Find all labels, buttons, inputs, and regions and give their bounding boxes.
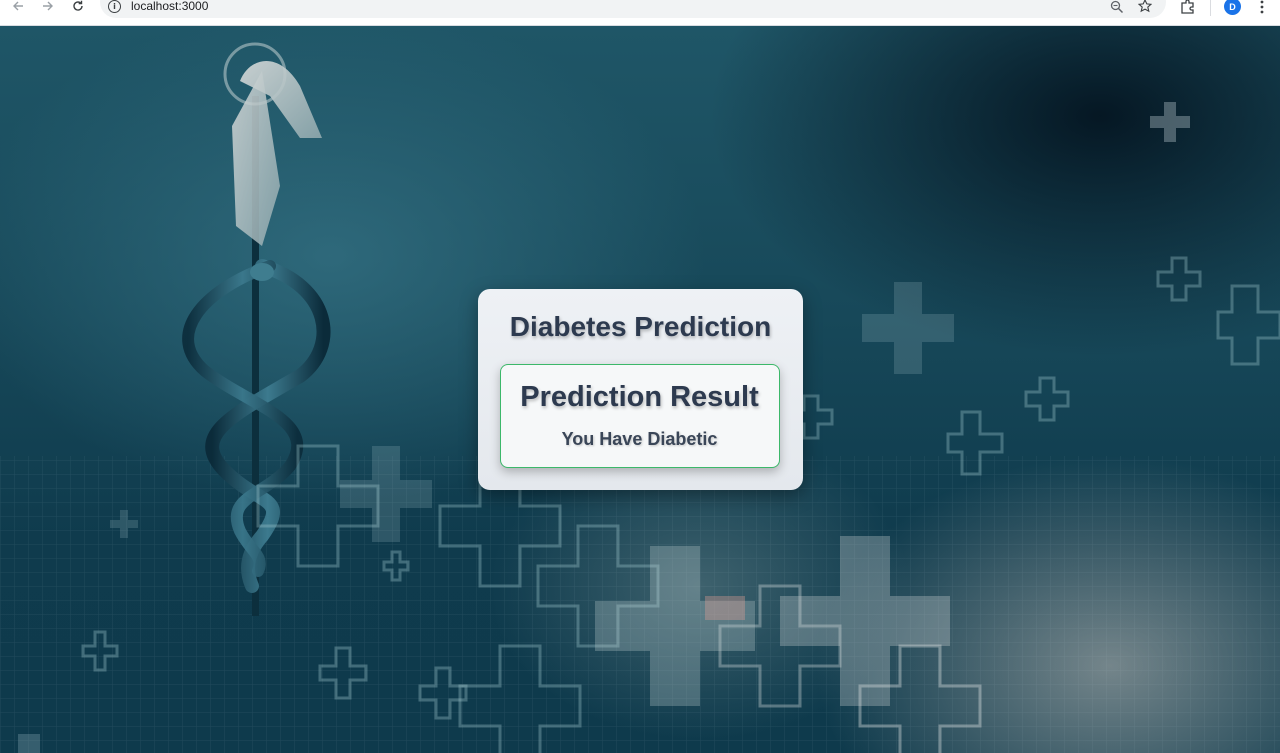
puzzle-icon[interactable] bbox=[1180, 0, 1196, 14]
prediction-result-box: Prediction Result You Have Diabetic bbox=[500, 364, 780, 468]
arrow-right-icon bbox=[42, 0, 54, 14]
page-title: Diabetes Prediction bbox=[509, 311, 772, 342]
result-heading: Prediction Result bbox=[520, 381, 759, 413]
page-viewport: Diabetes Prediction Prediction Result Yo… bbox=[0, 26, 1280, 753]
result-message: You Have Diabetic bbox=[561, 429, 718, 449]
info-icon[interactable]: i bbox=[108, 0, 121, 13]
forward-button[interactable] bbox=[37, 0, 59, 14]
address-bar[interactable]: i localhost:3000 bbox=[100, 0, 1166, 18]
kebab-menu-icon[interactable] bbox=[1256, 0, 1268, 14]
toolbar-divider bbox=[1210, 0, 1211, 16]
arrow-left-icon bbox=[12, 0, 24, 14]
reload-button[interactable] bbox=[67, 0, 89, 14]
browser-toolbar: i localhost:3000 D bbox=[0, 0, 1280, 26]
star-icon[interactable] bbox=[1137, 0, 1153, 13]
url-text[interactable]: localhost:3000 bbox=[131, 0, 208, 13]
back-button[interactable] bbox=[7, 0, 29, 14]
prediction-card: Diabetes Prediction Prediction Result Yo… bbox=[478, 289, 803, 490]
zoom-icon[interactable] bbox=[1110, 0, 1124, 14]
profile-avatar[interactable]: D bbox=[1224, 0, 1241, 15]
reload-icon bbox=[72, 0, 84, 14]
